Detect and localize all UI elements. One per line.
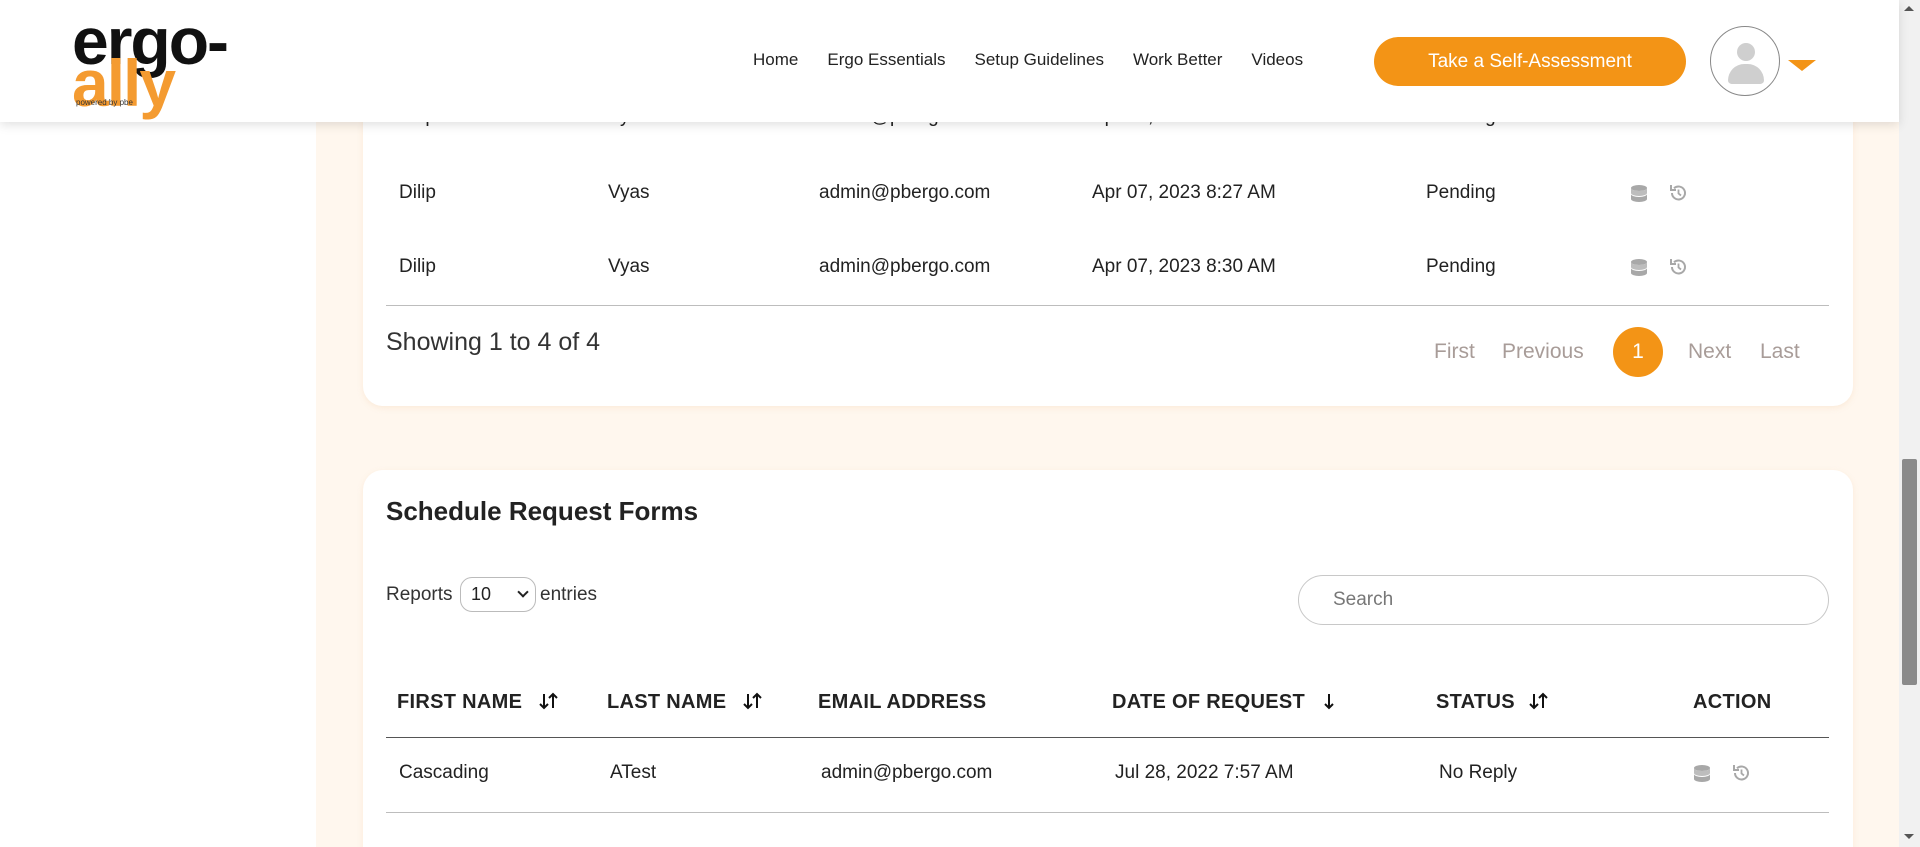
scrollbar-thumb[interactable]: [1902, 459, 1917, 685]
nav-setup-guidelines[interactable]: Setup Guidelines: [974, 50, 1103, 72]
pagination-last[interactable]: Last: [1760, 340, 1800, 390]
table-divider: [386, 305, 1829, 306]
column-header-first-name[interactable]: FIRST NAME: [397, 691, 522, 714]
user-avatar[interactable]: [1710, 26, 1780, 96]
pagination-next[interactable]: Next: [1688, 340, 1731, 390]
row-divider: [386, 812, 1829, 813]
nav-work-better[interactable]: Work Better: [1133, 50, 1222, 72]
database-icon[interactable]: [1630, 258, 1648, 278]
cell-last-name: ATest: [610, 762, 657, 783]
chevron-down-icon: [517, 586, 529, 598]
main-nav: Home Ergo Essentials Setup Guidelines Wo…: [753, 50, 1332, 72]
history-icon[interactable]: [1668, 257, 1688, 277]
pagination-current-page[interactable]: 1: [1613, 327, 1663, 377]
column-header-email[interactable]: EMAIL ADDRESS: [818, 691, 986, 714]
sort-icon[interactable]: [742, 690, 764, 712]
entries-select[interactable]: 10: [460, 577, 536, 612]
history-icon[interactable]: [1731, 763, 1751, 783]
column-header-last-name[interactable]: LAST NAME: [607, 691, 726, 714]
user-icon: [1737, 43, 1755, 61]
search-input[interactable]: Search: [1298, 575, 1829, 625]
history-icon[interactable]: [1668, 183, 1688, 203]
cell-first-name: Dilip: [399, 256, 436, 277]
section-title: Schedule Request Forms: [386, 496, 699, 526]
cell-first-name: Dilip: [399, 182, 436, 203]
left-gutter: [0, 0, 316, 847]
column-header-status[interactable]: STATUS: [1436, 691, 1515, 714]
cell-last-name: Vyas: [608, 182, 650, 203]
cell-email: admin@pbergo.com: [821, 762, 993, 783]
header-divider: [386, 737, 1829, 738]
nav-videos[interactable]: Videos: [1251, 50, 1303, 72]
caret-down-icon[interactable]: [1788, 60, 1816, 71]
cell-first-name: Cascading: [399, 762, 489, 783]
cell-email: admin@pbergo.com: [819, 256, 991, 277]
sort-icon[interactable]: [538, 690, 560, 712]
reports-label: Reports: [386, 584, 453, 605]
column-header-date[interactable]: DATE OF REQUEST: [1112, 691, 1305, 714]
cell-email: admin@pbergo.com: [819, 182, 991, 203]
cell-date: Apr 07, 2023 8:27 AM: [1092, 182, 1276, 203]
sort-icon[interactable]: [1528, 690, 1550, 712]
cell-status: Pending: [1426, 256, 1496, 277]
scroll-up-arrow[interactable]: [1904, 6, 1914, 11]
search-placeholder: Search: [1333, 589, 1394, 610]
scroll-down-arrow[interactable]: [1904, 834, 1914, 839]
database-icon[interactable]: [1630, 184, 1648, 204]
cell-status: No Reply: [1439, 762, 1518, 783]
sort-desc-icon[interactable]: [1318, 690, 1340, 712]
logo-tagline: powered by pbe: [76, 98, 133, 107]
nav-home[interactable]: Home: [753, 50, 798, 72]
entries-select-value: 10: [471, 584, 492, 604]
cell-status: Pending: [1426, 182, 1496, 203]
pagination-first[interactable]: First: [1434, 340, 1475, 390]
cell-date: Jul 28, 2022 7:57 AM: [1115, 762, 1294, 783]
entries-label: entries: [540, 584, 598, 605]
cell-date: Apr 07, 2023 8:30 AM: [1092, 256, 1276, 277]
column-header-action: ACTION: [1693, 691, 1772, 713]
scrollbar-track[interactable]: [1899, 0, 1920, 847]
self-assessment-button[interactable]: Take a Self-Assessment: [1374, 37, 1686, 86]
site-header: ergo- ally powered by pbe Home Ergo Esse…: [0, 0, 1899, 122]
nav-ergo-essentials[interactable]: Ergo Essentials: [827, 50, 945, 72]
cell-last-name: Vyas: [608, 256, 650, 277]
database-icon[interactable]: [1693, 764, 1711, 784]
pagination-previous[interactable]: Previous: [1502, 340, 1584, 390]
showing-count: Showing 1 to 4 of 4: [386, 328, 601, 356]
logo[interactable]: ergo- ally powered by pbe: [72, 8, 272, 116]
